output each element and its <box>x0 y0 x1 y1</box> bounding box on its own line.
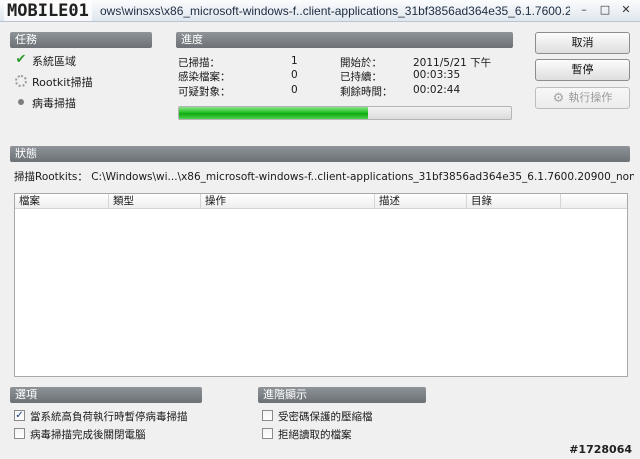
task-item-virus-scan: 病毒掃描 <box>14 94 154 110</box>
dot-icon <box>14 94 28 110</box>
infected-label: 感染檔案： <box>178 71 231 83</box>
remaining-label: 剩餘時間： <box>340 86 393 98</box>
title-bar: ows\winsxs\x86_microsoft-windows-f..clie… <box>0 0 640 22</box>
task-item-rootkit-scan: Rootkit掃描 <box>14 73 154 89</box>
task-label: 系統區域 <box>32 55 76 68</box>
suspicious-label: 可疑對象： <box>178 86 231 98</box>
task-label: 病毒掃描 <box>32 97 76 110</box>
started-value: 2011/5/21 下午 <box>413 57 492 69</box>
column-header-type[interactable]: 類型 <box>109 194 201 209</box>
checkbox-unchecked[interactable] <box>14 428 25 439</box>
option-label: 病毒掃描完成後關閉電腦 <box>30 429 146 441</box>
execute-action-button[interactable]: ⚙ 執行操作 <box>535 87 630 109</box>
watermark: #1728064 <box>569 443 632 456</box>
results-table[interactable]: 檔案 類型 操作 描述 目錄 <box>14 193 628 377</box>
column-header-description[interactable]: 描述 <box>375 194 467 209</box>
option-shutdown-after-scan[interactable]: 病毒掃描完成後關閉電腦 <box>14 427 214 441</box>
column-header-directory[interactable]: 目錄 <box>467 194 561 209</box>
maximize-button[interactable]: □ <box>595 2 615 18</box>
option-label: 當系統高負荷執行時暫停病毒掃描 <box>30 411 188 423</box>
advanced-label: 拒絕讀取的檔案 <box>278 429 352 441</box>
elapsed-value: 00:03:35 <box>413 69 461 81</box>
minimize-button[interactable]: – <box>574 2 594 18</box>
gear-icon: ⚙ <box>552 91 565 106</box>
checkmark-icon: ✔ <box>15 52 27 67</box>
scanned-value: 1 <box>291 55 298 67</box>
advanced-password-archives[interactable]: 受密碼保護的壓縮檔 <box>262 409 432 423</box>
status-header: 狀態 <box>10 146 630 162</box>
scanned-label: 已掃描： <box>178 57 220 69</box>
started-label: 開始於： <box>340 57 382 69</box>
column-header-file[interactable]: 檔案 <box>15 194 109 209</box>
elapsed-label: 已持續： <box>340 71 382 83</box>
pause-button[interactable]: 暫停 <box>535 59 630 81</box>
scan-status-path: C:\Windows\wi...\x86_microsoft-windows-f… <box>91 171 634 183</box>
scan-status-line: 掃描Rootkits： C:\Windows\wi...\x86_microso… <box>14 169 634 184</box>
advanced-denied-files[interactable]: 拒絕讀取的檔案 <box>262 427 432 441</box>
column-header-action[interactable]: 操作 <box>201 194 375 209</box>
advanced-header: 進階顯示 <box>258 387 426 403</box>
progress-fill <box>179 107 369 119</box>
options-header: 選項 <box>10 387 202 403</box>
checkbox-checked[interactable]: ✓ <box>14 410 25 421</box>
suspicious-value: 0 <box>291 84 298 96</box>
option-pause-on-high-load[interactable]: ✓ 當系統高負荷執行時暫停病毒掃描 <box>14 409 214 423</box>
close-button[interactable]: ✕ <box>616 2 636 18</box>
checkbox-unchecked[interactable] <box>262 410 273 421</box>
task-item-system-area: ✔ 系統區域 <box>14 52 154 68</box>
scan-status-label: 掃描Rootkits： <box>14 171 88 183</box>
table-header: 檔案 類型 操作 描述 目錄 <box>15 194 627 209</box>
spinner-icon <box>14 73 28 89</box>
remaining-value: 00:02:44 <box>413 84 461 96</box>
window-title: ows\winsxs\x86_microsoft-windows-f..clie… <box>100 4 570 18</box>
cancel-button[interactable]: 取消 <box>535 32 630 54</box>
infected-value: 0 <box>291 69 298 81</box>
task-label: Rootkit掃描 <box>32 76 93 89</box>
scan-progress-bar <box>178 106 512 120</box>
tasks-header: 任務 <box>10 32 152 48</box>
progress-header: 進度 <box>176 32 513 48</box>
advanced-label: 受密碼保護的壓縮檔 <box>278 411 373 423</box>
checkbox-unchecked[interactable] <box>262 428 273 439</box>
execute-action-label: 執行操作 <box>568 91 613 104</box>
site-logo: MOBILE01 <box>4 1 92 21</box>
